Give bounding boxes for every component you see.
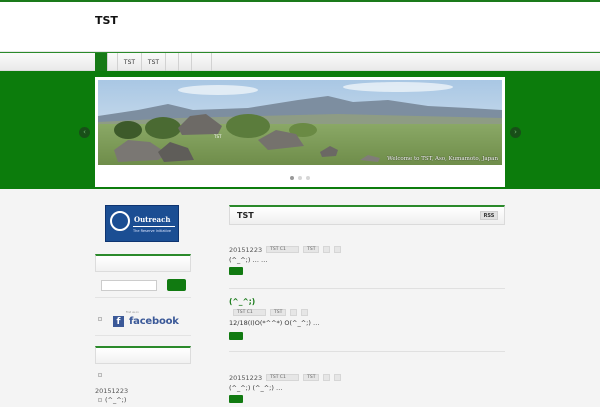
post-category[interactable]: TST C1 [266, 246, 300, 253]
slider-dot-1[interactable] [290, 176, 294, 180]
post-meta: 20151223 TST C1 TST [229, 245, 505, 254]
slide-caption: Welcome to TST, Aso, Kumamoto, Japan [387, 156, 498, 162]
post-item: 20151223 TST C1 TST (^_^;) … … [229, 245, 505, 275]
sidebar-date: 20151223 [95, 387, 129, 395]
post-tag-extra[interactable] [323, 374, 331, 381]
list-item-blank [95, 370, 191, 382]
post-date: 20151223 [229, 373, 263, 382]
post-tag-extra[interactable] [323, 246, 331, 253]
outreach-subtitle: The Reserve Initiative [133, 229, 172, 233]
list-bullet-icon [98, 373, 102, 377]
post-tag[interactable]: TST [303, 374, 320, 381]
post-tag-extra[interactable] [334, 374, 342, 381]
main-content: TST RSS 20151223 TST C1 TST (^_^;) … … (… [229, 205, 505, 403]
search-widget [95, 278, 191, 298]
facebook-link[interactable]: Find us on f facebook [113, 311, 179, 327]
content-title: TST [237, 211, 254, 220]
list-item-label: (^_^;) [105, 396, 127, 404]
post-excerpt: (^_^;) … … [229, 256, 268, 264]
facebook-icon: f [113, 316, 124, 327]
content-header: TST RSS [229, 205, 505, 225]
outreach-logo-icon [110, 211, 130, 231]
facebook-widget: Find us on f facebook [95, 310, 191, 336]
nav-item-spacer [108, 53, 118, 71]
outreach-title: Outreach [134, 215, 171, 224]
post-item: 20151223 TST C1 TST (^_^;) (^_^;) … [229, 373, 505, 403]
slider-frame: TST Welcome to TST, Aso, Kumamoto, Japan [95, 77, 505, 187]
post-category[interactable]: TST C1 [233, 309, 266, 316]
nav-item-blank-2[interactable] [179, 53, 192, 71]
nav-item-blank-1[interactable] [166, 53, 179, 71]
outreach-divider [133, 226, 175, 227]
search-input[interactable] [101, 280, 157, 291]
nav-item-tst-2[interactable]: TST [142, 53, 166, 71]
list-bullet-icon [98, 317, 102, 321]
photo-watermark: TST [213, 134, 222, 139]
facebook-wordmark: facebook [129, 316, 179, 327]
slider-prev-button[interactable]: ‹ [79, 127, 90, 138]
slider-dots [95, 176, 505, 180]
post-excerpt: (^_^;) (^_^;) … [229, 384, 283, 392]
post-tag-extra[interactable] [301, 309, 309, 316]
rss-button[interactable]: RSS [480, 211, 498, 220]
read-more-button[interactable] [229, 395, 243, 403]
search-button[interactable] [167, 279, 186, 291]
post-date: 20151223 [229, 245, 263, 254]
sidebar: Outreach The Reserve Initiative Find us … [95, 205, 191, 407]
post-tag[interactable]: TST [303, 246, 320, 253]
slider-next-button[interactable]: › [510, 127, 521, 138]
facebook-find-us: Find us on [126, 311, 139, 314]
landscape-image: TST [98, 80, 502, 165]
read-more-button[interactable] [229, 332, 243, 340]
slider-dot-2[interactable] [298, 176, 302, 180]
post-meta: TST C1 TST [229, 308, 505, 317]
post-tag[interactable]: TST [270, 309, 287, 316]
post-tag-extra[interactable] [290, 309, 298, 316]
main-navigation: TST TST [0, 52, 600, 71]
post-separator [229, 351, 505, 352]
site-title[interactable]: TST [95, 14, 118, 27]
slider-dot-3[interactable] [306, 176, 310, 180]
nav-item-tst-1[interactable]: TST [118, 53, 142, 71]
nav-item-home[interactable] [95, 53, 108, 71]
post-separator [229, 288, 505, 289]
read-more-button[interactable] [229, 267, 243, 275]
post-title[interactable]: (^_^;) [229, 297, 505, 306]
post-category[interactable]: TST C1 [266, 374, 300, 381]
outreach-banner[interactable]: Outreach The Reserve Initiative [105, 205, 179, 242]
landscape-photo: TST Welcome to TST, Aso, Kumamoto, Japan [98, 80, 502, 165]
post-item: (^_^;) TST C1 TST 12/18(I)O(*^^*) O(^_^;… [229, 297, 505, 340]
post-excerpt: 12/18(I)O(*^^*) O(^_^;) … [229, 319, 320, 327]
list-bullet-icon [98, 398, 102, 402]
site-header: TST [0, 2, 600, 52]
hero-banner: ‹ TST Welcome to TST, Aso, Kumamoto, Jap… [0, 71, 600, 189]
post-meta: 20151223 TST C1 TST [229, 373, 505, 382]
list-item[interactable]: (^_^;) [95, 395, 191, 407]
widget-header-search [95, 254, 191, 272]
post-tag-extra[interactable] [334, 246, 342, 253]
widget-header-archive [95, 346, 191, 364]
nav-item-blank-3[interactable] [192, 53, 212, 71]
